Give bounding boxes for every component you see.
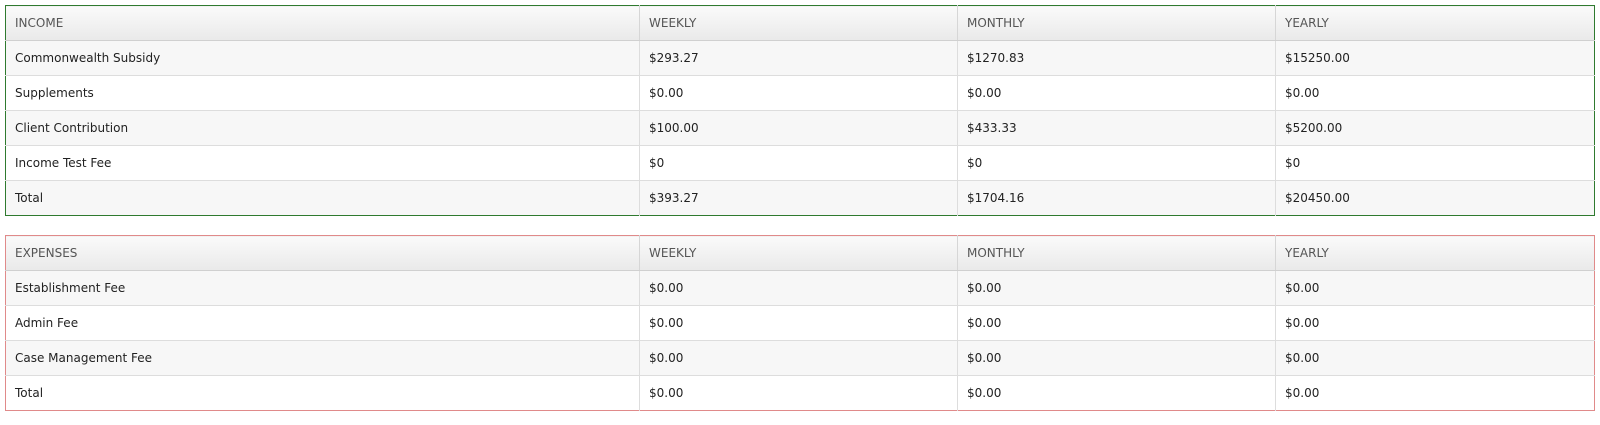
income-header-yearly: YEARLY xyxy=(1275,5,1595,41)
expenses-header-monthly: MONTHLY xyxy=(957,235,1276,271)
yearly-value: $0.00 xyxy=(1275,375,1595,411)
monthly-value: $1704.16 xyxy=(957,180,1276,216)
income-header-category: INCOME xyxy=(5,5,640,41)
table-row: Supplements $0.00 $0.00 $0.00 xyxy=(5,75,1595,111)
table-row: Admin Fee $0.00 $0.00 $0.00 xyxy=(5,305,1595,341)
weekly-value: $0.00 xyxy=(639,270,958,306)
row-label: Income Test Fee xyxy=(5,145,640,181)
income-total-row: Total $393.27 $1704.16 $20450.00 xyxy=(5,180,1595,216)
table-row: Income Test Fee $0 $0 $0 xyxy=(5,145,1595,181)
table-row: Commonwealth Subsidy $293.27 $1270.83 $1… xyxy=(5,40,1595,76)
yearly-value: $15250.00 xyxy=(1275,40,1595,76)
yearly-value: $5200.00 xyxy=(1275,110,1595,146)
row-label: Admin Fee xyxy=(5,305,640,341)
table-row: Client Contribution $100.00 $433.33 $520… xyxy=(5,110,1595,146)
expenses-header-row: EXPENSES WEEKLY MONTHLY YEARLY xyxy=(5,235,1595,271)
monthly-value: $0.00 xyxy=(957,305,1276,341)
table-row: Establishment Fee $0.00 $0.00 $0.00 xyxy=(5,270,1595,306)
row-label: Commonwealth Subsidy xyxy=(5,40,640,76)
expenses-header-category: EXPENSES xyxy=(5,235,640,271)
weekly-value: $0 xyxy=(639,145,958,181)
weekly-value: $293.27 xyxy=(639,40,958,76)
row-label: Total xyxy=(5,375,640,411)
yearly-value: $0.00 xyxy=(1275,340,1595,376)
row-label: Case Management Fee xyxy=(5,340,640,376)
row-label: Total xyxy=(5,180,640,216)
expenses-total-row: Total $0.00 $0.00 $0.00 xyxy=(5,375,1595,411)
monthly-value: $0.00 xyxy=(957,340,1276,376)
weekly-value: $0.00 xyxy=(639,305,958,341)
monthly-value: $1270.83 xyxy=(957,40,1276,76)
weekly-value: $100.00 xyxy=(639,110,958,146)
income-header-weekly: WEEKLY xyxy=(639,5,958,41)
monthly-value: $0 xyxy=(957,145,1276,181)
monthly-value: $0.00 xyxy=(957,375,1276,411)
monthly-value: $0.00 xyxy=(957,75,1276,111)
yearly-value: $0.00 xyxy=(1275,305,1595,341)
expenses-table: EXPENSES WEEKLY MONTHLY YEARLY Establish… xyxy=(5,235,1595,411)
table-row: Case Management Fee $0.00 $0.00 $0.00 xyxy=(5,340,1595,376)
row-label: Supplements xyxy=(5,75,640,111)
yearly-value: $0 xyxy=(1275,145,1595,181)
weekly-value: $0.00 xyxy=(639,75,958,111)
income-header-row: INCOME WEEKLY MONTHLY YEARLY xyxy=(5,5,1595,41)
monthly-value: $0.00 xyxy=(957,270,1276,306)
row-label: Establishment Fee xyxy=(5,270,640,306)
income-table: INCOME WEEKLY MONTHLY YEARLY Commonwealt… xyxy=(5,5,1595,216)
weekly-value: $0.00 xyxy=(639,340,958,376)
yearly-value: $20450.00 xyxy=(1275,180,1595,216)
yearly-value: $0.00 xyxy=(1275,75,1595,111)
expenses-header-yearly: YEARLY xyxy=(1275,235,1595,271)
income-header-monthly: MONTHLY xyxy=(957,5,1276,41)
weekly-value: $0.00 xyxy=(639,375,958,411)
row-label: Client Contribution xyxy=(5,110,640,146)
weekly-value: $393.27 xyxy=(639,180,958,216)
monthly-value: $433.33 xyxy=(957,110,1276,146)
expenses-header-weekly: WEEKLY xyxy=(639,235,958,271)
yearly-value: $0.00 xyxy=(1275,270,1595,306)
